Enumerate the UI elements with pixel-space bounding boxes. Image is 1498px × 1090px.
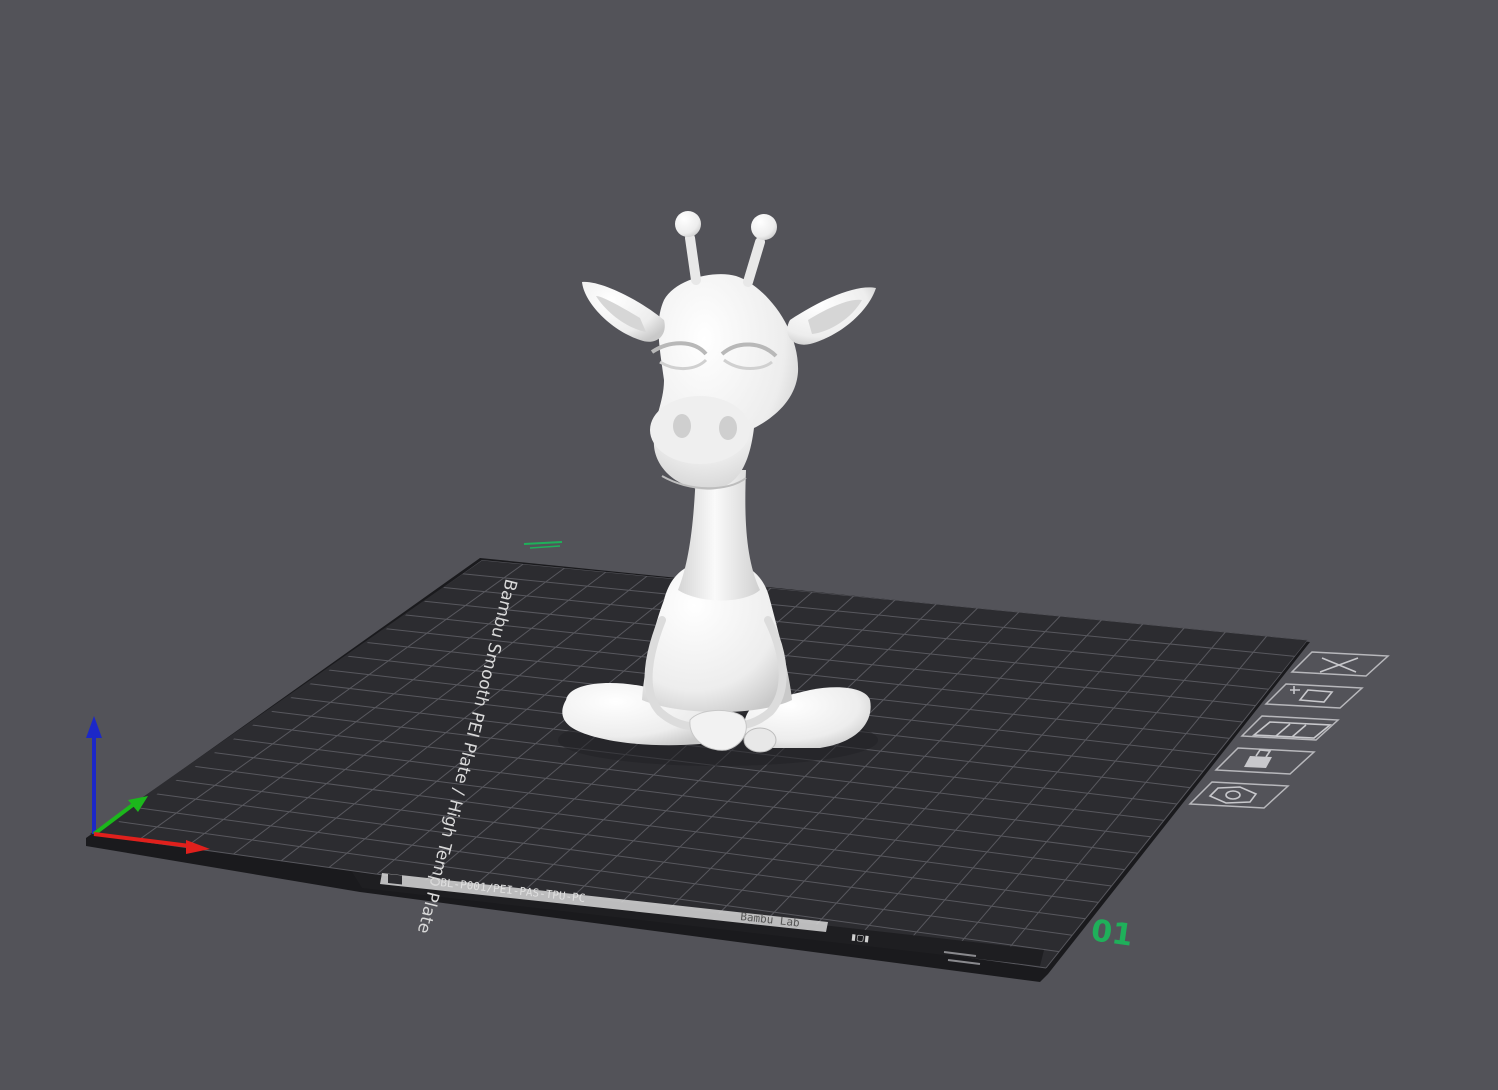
plate-lock-button[interactable] [1214, 747, 1316, 775]
plate-settings-button[interactable] [1188, 781, 1290, 809]
plate-auto-orient-button[interactable] [1264, 683, 1364, 709]
3d-viewport[interactable]: BL-P001/PEI-PAS-TPU-PC Bambu Lab ▮▢▮ Bam… [0, 0, 1498, 1086]
close-icon [1319, 657, 1359, 673]
plate-arrange-button[interactable] [1240, 715, 1340, 741]
settings-icon [1208, 786, 1258, 804]
plate-close-button[interactable] [1290, 651, 1390, 677]
arrange-icon [1251, 721, 1333, 739]
svg-text:▮▢▮: ▮▢▮ [850, 930, 871, 945]
plate-origin-marker [523, 541, 563, 549]
lock-icon [1244, 749, 1272, 768]
plate-number: 01 [1089, 913, 1135, 953]
auto-orient-icon [1290, 686, 1334, 703]
